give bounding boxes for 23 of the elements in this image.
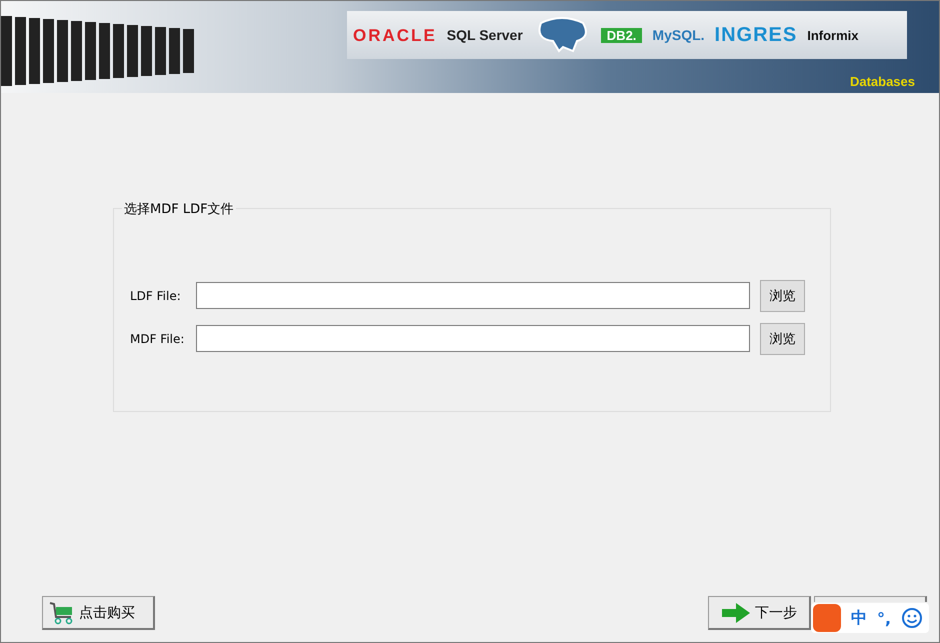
file-path-field[interactable] xyxy=(196,325,750,352)
shopping-cart-icon xyxy=(49,600,75,624)
input-method-logo-icon xyxy=(813,604,841,632)
banner-caption: Databases xyxy=(850,74,915,89)
logo-text: INGRES xyxy=(714,25,798,45)
browse-button[interactable]: 浏览 xyxy=(760,322,805,354)
logo-text: MySQL. xyxy=(652,28,705,42)
buy-button[interactable]: 点击购买 xyxy=(42,596,155,630)
logo-text: DB2. xyxy=(600,28,642,42)
input-mode-toggle[interactable]: 中 xyxy=(851,608,867,628)
field-label: LDF File: xyxy=(130,288,182,302)
file-path-field[interactable] xyxy=(196,282,750,309)
punctuation-toggle[interactable]: °, xyxy=(877,608,892,628)
logo-text: SQL Server xyxy=(446,28,523,42)
group-title: 选择MDF LDF文件 xyxy=(122,200,236,218)
logo-text: ORACLE xyxy=(353,26,437,44)
right-arrow-icon xyxy=(721,602,751,624)
smiley-icon[interactable] xyxy=(901,607,924,629)
next-button[interactable]: 下一步 xyxy=(708,596,811,630)
logo-text: Informix xyxy=(807,28,859,42)
field-label: MDF File: xyxy=(130,332,186,346)
partially-covered-button[interactable] xyxy=(814,596,927,602)
browse-button[interactable]: 浏览 xyxy=(760,280,805,312)
